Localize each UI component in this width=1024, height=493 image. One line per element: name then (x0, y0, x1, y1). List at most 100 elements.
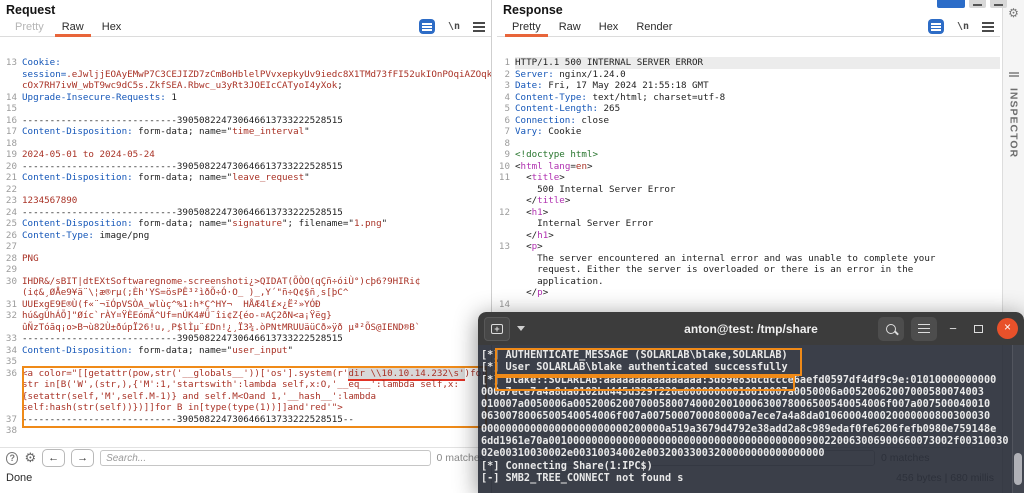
request-editor[interactable]: 13 Cookie: session=.eJwljjEOAyEMwP7C3CEJI… (0, 37, 491, 447)
line-number: 3 (504, 80, 510, 91)
code-line: 28 PNG (0, 253, 491, 265)
response-tabbar: Pretty Raw Hex Render \n (497, 18, 1000, 37)
response-panel-title: Response (503, 3, 563, 17)
terminal-body[interactable]: [*] AUTHENTICATE_MESSAGE (SOLARLAB\blake… (478, 345, 1024, 493)
inspector-label: INSPECTOR (1007, 88, 1020, 159)
terminal-line: [*] User SOLARLAB\blake authenticated su… (481, 362, 788, 374)
line-number (497, 195, 515, 207)
terminal-line: 02e00310030002e00310034002e0032003300320… (481, 448, 825, 460)
tab-pretty[interactable]: Pretty (6, 19, 53, 36)
code-line: 24 ----------------------------3905082247… (0, 207, 491, 219)
show-newlines-icon[interactable]: \n (448, 21, 460, 32)
line-number: 30 (5, 275, 17, 287)
search-settings-icon[interactable]: ⚙ (24, 451, 36, 466)
code-line: request. Either the server is overloaded… (497, 264, 1000, 276)
code-line: 14 (497, 299, 1000, 311)
search-prev-button[interactable]: ← (42, 449, 66, 467)
code-line: Internal Server Error (497, 218, 1000, 230)
hamburger-icon (918, 327, 930, 330)
line-number: 16 (5, 114, 17, 126)
line-number: 33 (5, 333, 17, 344)
search-next-button[interactable]: → (71, 449, 95, 467)
line-number (497, 218, 515, 230)
terminal-scrollbar-thumb[interactable] (1014, 453, 1022, 485)
word-wrap-icon[interactable] (927, 19, 944, 34)
tab-hex[interactable]: Hex (93, 19, 131, 36)
line-number: 20 (5, 160, 17, 172)
terminal-new-tab-button[interactable]: + (484, 316, 510, 341)
tab-render[interactable]: Render (627, 19, 681, 36)
code-line: 18 (0, 138, 491, 150)
tab-pretty[interactable]: Pretty (503, 19, 550, 37)
line-number: 28 (5, 252, 17, 264)
code-line: 27 (0, 241, 491, 253)
menu-icon[interactable] (982, 25, 994, 28)
terminal-minimize-button[interactable]: − (944, 317, 962, 341)
inspector-gear-icon[interactable]: ⚙ (1008, 6, 1019, 20)
code-line: </title> (497, 195, 1000, 207)
line-number (497, 230, 515, 242)
terminal-window[interactable]: anton@test: /tmp/share + − × [*] AUTHENT… (478, 312, 1024, 493)
tab-raw[interactable]: Raw (550, 19, 590, 36)
inspector-handle-icon[interactable] (1008, 72, 1019, 74)
maximize-panel-icon[interactable] (990, 0, 1007, 8)
terminal-line: [*] Connecting Share(1:IPC$) (481, 460, 653, 472)
code-line: 37 ----------------------------3905082247… (0, 414, 491, 426)
line-number: 11 (498, 172, 510, 183)
line-number: 9 (504, 149, 510, 160)
terminal-titlebar[interactable]: anton@test: /tmp/share + − × (478, 312, 1024, 345)
word-wrap-icon[interactable] (418, 19, 435, 34)
request-tab-icons: \n (418, 19, 485, 36)
code-line: 26 Content-Type: image/png (0, 230, 491, 242)
line-number: 2 (504, 68, 510, 80)
code-line: 4 Content-Type: text/html; charset=utf-8 (497, 92, 1000, 104)
code-line: 29 (0, 264, 491, 276)
terminal-line: 000000000000000000000000200000a519a3679d… (481, 423, 997, 435)
terminal-line: [-] SMB2_TREE_CONNECT not found s (481, 472, 684, 484)
menu-icon[interactable] (473, 25, 485, 28)
line-number: 7 (504, 126, 510, 137)
line-number: 27 (5, 241, 17, 252)
request-status-bar: Done (0, 468, 491, 493)
line-number: 4 (504, 91, 510, 103)
request-tabbar: Pretty Raw Hex \n (0, 18, 491, 37)
line-number: 10 (498, 160, 510, 172)
code-line: 7 Vary: Cookie (497, 126, 1000, 138)
terminal-close-button[interactable]: × (997, 318, 1018, 339)
terminal-scrollbar-track[interactable] (1012, 345, 1024, 493)
line-number: 13 (5, 57, 17, 68)
line-number: 19 (5, 149, 17, 160)
code-line: </p> (497, 287, 1000, 299)
line-number (497, 253, 515, 265)
request-search-input[interactable] (100, 450, 431, 466)
show-newlines-icon[interactable]: \n (957, 21, 969, 32)
code-line: </h1> (497, 230, 1000, 242)
line-number (497, 264, 515, 276)
request-status-text: Done (6, 472, 33, 484)
code-line: 22 (0, 184, 491, 196)
help-icon[interactable]: ? (6, 451, 19, 465)
terminal-search-button[interactable] (878, 316, 904, 341)
code-line: 23 1234567890 (0, 195, 491, 207)
terminal-maximize-button[interactable] (969, 317, 987, 341)
terminal-menu-button[interactable] (911, 316, 937, 341)
code-line: 20 ----------------------------3905082247… (0, 161, 491, 173)
request-tabs: Pretty Raw Hex (6, 19, 131, 37)
tab-raw[interactable]: Raw (53, 19, 93, 37)
line-number (497, 276, 515, 288)
code-line: 30 IHDR&/sBIT|dtEXtSoftwaregnome-screensh… (0, 276, 491, 299)
minimize-panel-icon[interactable] (969, 0, 986, 8)
line-number: 21 (5, 172, 17, 183)
code-line: 9 <!doctype html> (497, 149, 1000, 161)
line-number: 34 (5, 344, 17, 356)
line-number: 26 (5, 229, 17, 241)
tab-hex[interactable]: Hex (590, 19, 628, 36)
code-line: 11 <title> (498, 172, 565, 183)
code-line: 32 hú&gÚhÁÕ]"Øíc`rÀY¤ŸÈEómÃ^Uf=nÚK4#Ü¨îi¢… (0, 310, 491, 333)
terminal-tab-dropdown-icon[interactable] (513, 317, 529, 341)
layout-button-active[interactable] (937, 0, 965, 8)
terminal-line: 0630078006500540054006f007a0075000700080… (481, 411, 991, 423)
line-number: 24 (5, 206, 17, 218)
line-number: 38 (5, 425, 17, 436)
line-number: 6 (504, 114, 510, 126)
